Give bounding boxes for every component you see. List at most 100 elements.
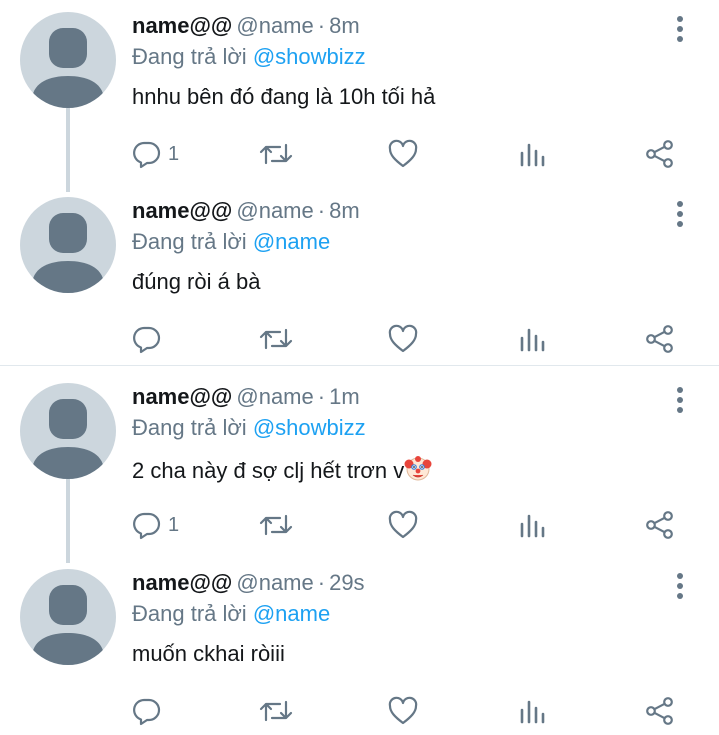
- tweet-actions: [0, 691, 719, 731]
- thread-divider: [0, 365, 719, 366]
- more-options-button[interactable]: [666, 385, 694, 415]
- reply-button[interactable]: [132, 691, 168, 731]
- more-options-button[interactable]: [666, 571, 694, 601]
- analytics-button[interactable]: [518, 319, 546, 359]
- reply-count: 1: [168, 513, 180, 536]
- heart-icon: [388, 510, 418, 539]
- separator-dot: ·: [317, 384, 326, 409]
- analytics-icon: [520, 514, 545, 538]
- tweet-text-container: 2 cha này đ sợ clj hết trơn v: [132, 454, 432, 489]
- like-button[interactable]: [387, 134, 419, 174]
- mention-link[interactable]: @name: [253, 601, 330, 626]
- separator-dot: ·: [317, 570, 326, 595]
- tweet-text: muốn ckhai ròiii: [132, 641, 285, 666]
- retweet-icon: [259, 514, 293, 536]
- more-options-button[interactable]: [666, 199, 694, 229]
- mention-link[interactable]: @name: [253, 229, 330, 254]
- tweet-text: 2 cha này đ sợ clj hết trơn v: [132, 458, 405, 483]
- default-avatar-icon: [32, 399, 104, 479]
- tweet-actions: 1: [0, 134, 719, 174]
- analytics-icon: [520, 143, 545, 167]
- retweet-icon: [259, 700, 293, 722]
- avatar[interactable]: [20, 383, 116, 479]
- tweet[interactable]: name@@ @name · 29s Đang trả lời @name muốn …: [0, 569, 719, 735]
- retweet-button[interactable]: [258, 319, 294, 359]
- retweet-button[interactable]: [258, 134, 294, 174]
- more-vertical-icon: [677, 201, 683, 227]
- mention-link[interactable]: @showbizz: [253, 44, 366, 69]
- retweet-icon: [259, 143, 293, 165]
- user-handle[interactable]: @name: [236, 570, 313, 595]
- replying-prefix: Đang trả lời: [132, 601, 247, 626]
- tweet-text: hnhu bên đó đang là 10h tối hả: [132, 84, 436, 109]
- retweet-button[interactable]: [258, 691, 294, 731]
- share-icon: [646, 140, 673, 168]
- reply-button[interactable]: [132, 319, 168, 359]
- retweet-icon: [259, 328, 293, 350]
- retweet-button[interactable]: [258, 505, 294, 545]
- more-vertical-icon: [677, 16, 683, 42]
- replying-to: Đang trả lời @showbizz: [132, 414, 366, 442]
- reply-icon: [133, 512, 161, 540]
- default-avatar-icon: [32, 213, 104, 293]
- share-button[interactable]: [644, 319, 676, 359]
- more-vertical-icon: [677, 387, 683, 413]
- share-button[interactable]: [644, 505, 676, 545]
- avatar[interactable]: [20, 12, 116, 108]
- share-icon: [646, 511, 673, 539]
- tweet-header: name@@ @name · 29s: [132, 569, 365, 597]
- heart-icon: [388, 696, 418, 725]
- display-name[interactable]: name@@: [132, 13, 232, 38]
- replying-to: Đang trả lời @name: [132, 228, 330, 256]
- avatar[interactable]: [20, 197, 116, 293]
- timestamp[interactable]: 29s: [329, 570, 364, 595]
- more-options-button[interactable]: [666, 14, 694, 44]
- like-button[interactable]: [387, 691, 419, 731]
- reply-icon: [133, 141, 161, 169]
- mention-link[interactable]: @showbizz: [253, 415, 366, 440]
- replying-prefix: Đang trả lời: [132, 44, 247, 69]
- user-handle[interactable]: @name: [236, 384, 313, 409]
- user-handle[interactable]: @name: [236, 198, 313, 223]
- tweet[interactable]: name@@ @name · 8m Đang trả lời @name đúng r…: [0, 197, 719, 362]
- timestamp[interactable]: 1m: [329, 384, 360, 409]
- tweet[interactable]: name@@ @name · 8m Đang trả lời @showbizz hn…: [0, 12, 719, 182]
- tweet-actions: 1: [0, 505, 719, 545]
- heart-icon: [388, 324, 418, 353]
- default-avatar-icon: [32, 28, 104, 108]
- share-button[interactable]: [644, 134, 676, 174]
- default-avatar-icon: [32, 585, 104, 665]
- avatar[interactable]: [20, 569, 116, 665]
- tweet-header: name@@ @name · 1m: [132, 383, 360, 411]
- timestamp[interactable]: 8m: [329, 13, 360, 38]
- like-button[interactable]: [387, 505, 419, 545]
- user-handle[interactable]: @name: [236, 13, 313, 38]
- tweet-header: name@@ @name · 8m: [132, 12, 360, 40]
- tweet[interactable]: name@@ @name · 1m Đang trả lời @showbizz 2 …: [0, 383, 719, 553]
- reply-icon: [133, 698, 161, 726]
- analytics-button[interactable]: [518, 134, 546, 174]
- tweet-text: đúng ròi á bà: [132, 269, 261, 294]
- reply-button[interactable]: 1: [132, 505, 179, 545]
- analytics-icon: [520, 328, 545, 352]
- display-name[interactable]: name@@: [132, 570, 232, 595]
- reply-count: 1: [168, 142, 180, 165]
- analytics-button[interactable]: [518, 691, 546, 731]
- share-icon: [646, 325, 673, 353]
- separator-dot: ·: [317, 13, 326, 38]
- share-button[interactable]: [644, 691, 676, 731]
- reply-icon: [133, 326, 161, 354]
- display-name[interactable]: name@@: [132, 384, 232, 409]
- display-name[interactable]: name@@: [132, 198, 232, 223]
- replying-to: Đang trả lời @showbizz: [132, 43, 366, 71]
- separator-dot: ·: [317, 198, 326, 223]
- reply-button[interactable]: 1: [132, 134, 179, 174]
- heart-icon: [388, 139, 418, 168]
- like-button[interactable]: [387, 319, 419, 359]
- timestamp[interactable]: 8m: [329, 198, 360, 223]
- clown-face-emoji-icon: [404, 454, 432, 489]
- replying-to: Đang trả lời @name: [132, 600, 330, 628]
- replying-prefix: Đang trả lời: [132, 415, 247, 440]
- replying-prefix: Đang trả lời: [132, 229, 247, 254]
- analytics-button[interactable]: [518, 505, 546, 545]
